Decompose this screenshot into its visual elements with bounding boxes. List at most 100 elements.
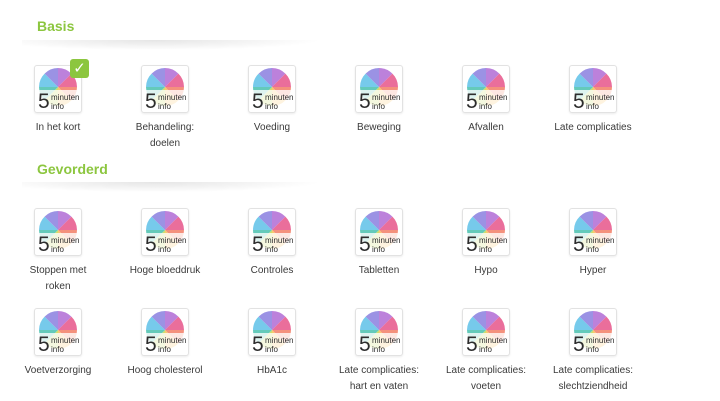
svg-text:minuten: minuten [479,93,507,102]
module-late-complicaties[interactable]: 5 minuten info Late complicaties [543,65,643,136]
svg-text:minuten: minuten [372,236,400,245]
module-label[interactable]: Behandeling: doelen [115,120,215,152]
svg-text:minuten: minuten [586,236,614,245]
module-logo-icon[interactable]: 5 minuten info [569,208,617,256]
module-hoge-bloeddruk[interactable]: 5 minuten info Hoge bloeddruk [115,208,215,279]
module-logo-icon[interactable]: 5 minuten info ✓ [34,59,89,113]
svg-text:5: 5 [466,233,478,254]
svg-text:info: info [158,245,171,254]
svg-text:minuten: minuten [586,93,614,102]
module-label[interactable]: HbA1c [222,363,322,379]
svg-text:5: 5 [573,233,585,254]
svg-text:info: info [158,102,171,111]
module-voetverzorging[interactable]: 5 minuten info Voetverzorging [8,308,108,379]
module-hypo[interactable]: 5 minuten info Hypo [436,208,536,279]
module-hba1c[interactable]: 5 minuten info HbA1c [222,308,322,379]
svg-text:5: 5 [466,333,478,354]
module-late-complicaties-slechtziendheid[interactable]: 5 minuten info Late complicaties: slecht… [543,308,643,395]
svg-text:minuten: minuten [479,336,507,345]
module-stoppen-met-roken[interactable]: 5 minuten info Stoppen met roken [8,208,108,295]
svg-text:minuten: minuten [479,236,507,245]
module-label[interactable]: In het kort [8,120,108,136]
module-logo-icon[interactable]: 5 minuten info [34,308,82,356]
module-label[interactable]: Stoppen met roken [8,263,108,295]
module-tabletten[interactable]: 5 minuten info Tabletten [329,208,429,279]
svg-text:5: 5 [359,233,371,254]
module-label[interactable]: Hoog cholesterol [115,363,215,379]
module-label[interactable]: Controles [222,263,322,279]
module-logo-icon[interactable]: 5 minuten info [248,308,296,356]
module-in-het-kort[interactable]: 5 minuten info ✓ In het kort [8,59,108,136]
module-voeding[interactable]: 5 minuten info Voeding [222,65,322,136]
svg-text:minuten: minuten [51,93,79,102]
module-late-complicaties-hart-en-vaten[interactable]: 5 minuten info Late complicaties: hart e… [329,308,429,395]
module-logo-icon[interactable]: 5 minuten info [462,308,510,356]
module-logo-icon[interactable]: 5 minuten info [34,208,82,256]
module-label[interactable]: Voetverzorging [8,363,108,379]
module-label[interactable]: Beweging [329,120,429,136]
module-late-complicaties-voeten[interactable]: 5 minuten info Late complicaties: voeten [436,308,536,395]
module-logo-icon[interactable]: 5 minuten info [462,208,510,256]
svg-text:minuten: minuten [372,93,400,102]
module-logo-icon[interactable]: 5 minuten info [569,308,617,356]
svg-text:info: info [51,345,64,354]
module-behandeling-doelen[interactable]: 5 minuten info Behandeling: doelen [115,65,215,152]
module-label[interactable]: Hypo [436,263,536,279]
module-afvallen[interactable]: 5 minuten info Afvallen [436,65,536,136]
module-logo-icon[interactable]: 5 minuten info [355,308,403,356]
module-logo-icon[interactable]: 5 minuten info [141,208,189,256]
svg-text:minuten: minuten [158,236,186,245]
module-label[interactable]: Late complicaties: hart en vaten [329,363,429,395]
module-label[interactable]: Afvallen [436,120,536,136]
section-title-gevorderd: Gevorderd [37,161,108,177]
svg-text:5: 5 [145,90,157,111]
svg-text:info: info [372,245,385,254]
module-label[interactable]: Late complicaties: slechtziendheid [543,363,643,395]
module-logo-icon[interactable]: 5 minuten info [569,65,617,113]
svg-text:5: 5 [38,333,50,354]
svg-text:minuten: minuten [265,336,293,345]
svg-text:minuten: minuten [51,336,79,345]
svg-text:5: 5 [145,333,157,354]
svg-text:5: 5 [359,90,371,111]
module-beweging[interactable]: 5 minuten info Beweging [329,65,429,136]
module-label[interactable]: Late complicaties [543,120,643,136]
svg-text:5: 5 [252,333,264,354]
svg-text:info: info [586,245,599,254]
svg-text:5: 5 [252,90,264,111]
module-controles[interactable]: 5 minuten info Controles [222,208,322,279]
module-logo-icon[interactable]: 5 minuten info [141,65,189,113]
svg-text:5: 5 [573,90,585,111]
module-logo-icon[interactable]: 5 minuten info [355,65,403,113]
module-logo-icon[interactable]: 5 minuten info [248,208,296,256]
module-hyper[interactable]: 5 minuten info Hyper [543,208,643,279]
module-logo-icon[interactable]: 5 minuten info [355,208,403,256]
svg-text:info: info [479,102,492,111]
svg-text:minuten: minuten [158,336,186,345]
module-label[interactable]: Tabletten [329,263,429,279]
module-label[interactable]: Hyper [543,263,643,279]
module-label[interactable]: Voeding [222,120,322,136]
section-title-basis: Basis [37,18,75,34]
svg-text:5: 5 [252,233,264,254]
svg-text:5: 5 [38,233,50,254]
svg-text:info: info [51,245,64,254]
module-logo-icon[interactable]: 5 minuten info [462,65,510,113]
svg-text:minuten: minuten [51,236,79,245]
svg-text:5: 5 [466,90,478,111]
module-logo-icon[interactable]: 5 minuten info [248,65,296,113]
svg-text:5: 5 [38,90,50,111]
svg-text:info: info [586,345,599,354]
module-label[interactable]: Late complicaties: voeten [436,363,536,395]
svg-text:minuten: minuten [372,336,400,345]
svg-text:info: info [479,245,492,254]
checkmark-icon: ✓ [70,59,89,78]
svg-text:5: 5 [573,333,585,354]
svg-text:info: info [479,345,492,354]
svg-text:info: info [372,102,385,111]
module-logo-icon[interactable]: 5 minuten info [141,308,189,356]
svg-text:minuten: minuten [158,93,186,102]
section-divider [22,182,318,192]
module-hoog-cholesterol[interactable]: 5 minuten info Hoog cholesterol [115,308,215,379]
module-label[interactable]: Hoge bloeddruk [115,263,215,279]
